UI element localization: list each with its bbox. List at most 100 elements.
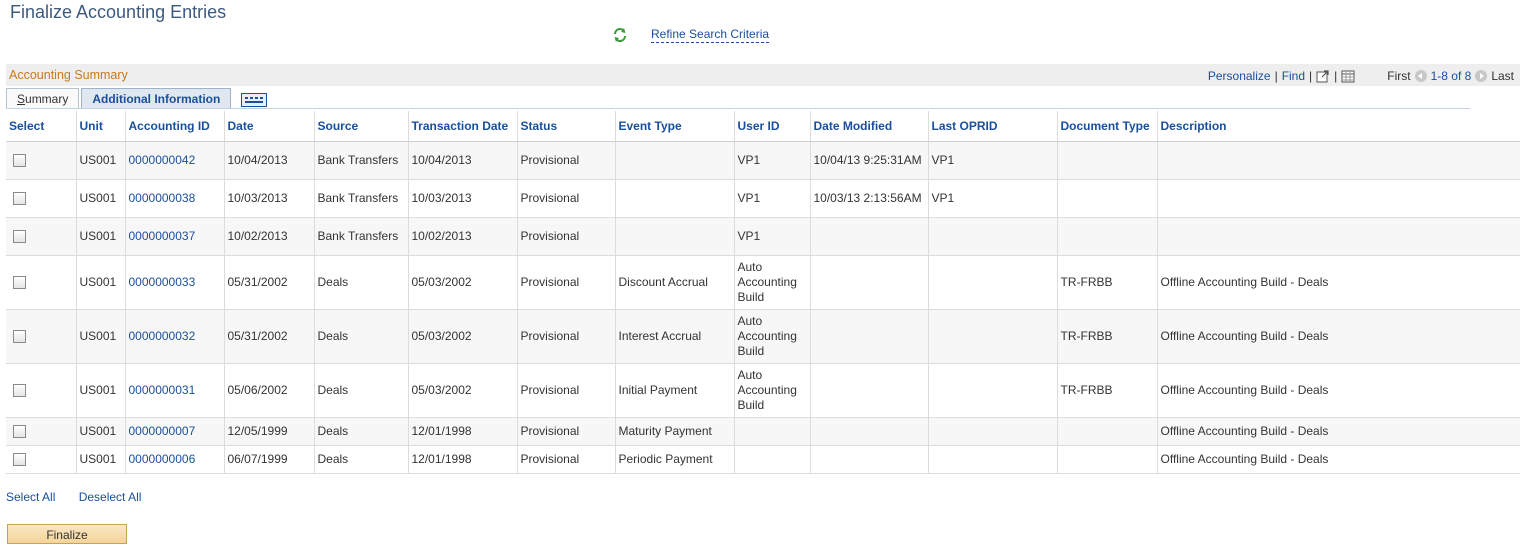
row-select-checkbox[interactable] [13,330,26,344]
date-cell-text: 05/06/2002 [227,383,288,397]
user-id-cell: VP1 [733,179,810,218]
status-cell: Provisional [516,417,615,446]
status-cell-text: Provisional [520,275,580,289]
user-id-cell [733,417,810,446]
transaction-date-cell: 12/01/1998 [407,445,517,474]
user-id-cell [733,445,810,474]
user-id-cell-text: Auto Accounting Build [737,314,797,358]
unit-cell-text: US001 [79,229,117,243]
accounting-id-link[interactable]: 0000000006 [129,452,196,466]
column-header[interactable]: Date [223,111,314,142]
status-cell-text: Provisional [520,229,580,243]
show-all-columns-icon[interactable] [241,93,268,107]
user-id-cell-text: Auto Accounting Build [737,260,797,304]
tab-additional-information[interactable]: Additional Information [81,88,232,109]
transaction-date-cell-text: 05/03/2002 [411,275,472,289]
table-row: US001 0000000037 10/02/2013 Bank Transfers 1… [6,217,1520,256]
source-cell-text: Bank Transfers [317,191,399,205]
accounting-id-cell: 0000000042 [124,141,224,180]
description-cell [1156,141,1520,180]
select-cell [6,255,76,310]
zoom-icon[interactable] [1316,69,1330,83]
column-header[interactable]: Unit [75,111,125,142]
date-modified-cell [809,255,928,310]
accounting-id-link[interactable]: 0000000042 [129,153,196,167]
unit-cell-text: US001 [79,153,117,167]
accounting-id-link[interactable]: 0000000031 [129,383,196,397]
source-cell: Bank Transfers [313,217,408,256]
row-select-checkbox[interactable] [13,154,26,168]
event-type-cell [614,179,734,218]
finalize-button[interactable]: Finalize [7,524,127,544]
select-cell [6,363,76,418]
tab-summary-label: ummary [25,92,69,106]
row-select-checkbox[interactable] [13,276,26,290]
unit-cell: US001 [75,445,125,474]
previous-arrow-icon[interactable] [1414,70,1427,82]
column-header[interactable]: Document Type [1056,111,1157,142]
date-modified-cell [809,445,928,474]
accounting-id-link[interactable]: 0000000033 [129,275,196,289]
refine-search-link[interactable]: Refine Search Criteria [651,27,770,43]
row-select-checkbox[interactable] [13,384,26,398]
date-cell: 10/04/2013 [223,141,314,180]
source-cell: Bank Transfers [313,179,408,218]
event-type-cell: Periodic Payment [614,445,734,474]
source-cell-text: Deals [317,383,349,397]
row-select-checkbox[interactable] [13,453,26,467]
event-type-cell-text: Initial Payment [618,383,698,397]
transaction-date-cell: 10/02/2013 [407,217,517,256]
column-header[interactable]: Source [313,111,408,142]
accounting-id-link[interactable]: 0000000032 [129,329,196,343]
date-cell: 10/03/2013 [223,179,314,218]
column-header[interactable]: Transaction Date [407,111,517,142]
date-modified-cell-text: 10/04/13 9:25:31AM [813,153,922,167]
select-cell [6,217,76,256]
status-cell-text: Provisional [520,329,580,343]
find-link[interactable]: Find [1282,69,1305,83]
description-cell-text: Offline Accounting Build - Deals [1160,383,1329,397]
source-cell: Deals [313,417,408,446]
personalize-link[interactable]: Personalize [1208,69,1271,83]
row-select-checkbox[interactable] [13,192,26,206]
download-grid-icon[interactable] [1341,70,1355,83]
select-cell [6,417,76,446]
table-row: US001 0000000006 06/07/1999 Deals 12/01/1998… [6,445,1520,474]
description-cell [1156,179,1520,218]
accounting-id-link[interactable]: 0000000007 [129,424,196,438]
accounting-id-cell: 0000000007 [124,417,224,446]
column-header[interactable]: Last OPRID [927,111,1057,142]
next-arrow-icon[interactable] [1475,70,1488,82]
document-type-cell: TR-FRBB [1056,255,1157,310]
deselect-all-link[interactable]: Deselect All [79,490,142,504]
column-header[interactable]: Accounting ID [124,111,224,142]
transaction-date-cell-text: 05/03/2002 [411,383,472,397]
tab-summary[interactable]: Summary [6,88,80,109]
row-select-checkbox[interactable] [13,425,26,439]
column-header[interactable]: Event Type [614,111,734,142]
select-all-link[interactable]: Select All [6,490,55,504]
document-type-cell [1056,217,1157,256]
date-modified-cell [809,309,928,364]
date-cell: 05/31/2002 [223,255,314,310]
accounting-id-cell: 0000000038 [124,179,224,218]
accounting-id-cell: 0000000006 [124,445,224,474]
accounting-id-link[interactable]: 0000000037 [129,229,196,243]
source-cell: Deals [313,255,408,310]
unit-cell: US001 [75,309,125,364]
accounting-id-cell: 0000000033 [124,255,224,310]
row-select-checkbox[interactable] [13,230,26,244]
column-header[interactable]: User ID [733,111,810,142]
source-cell-text: Bank Transfers [317,153,399,167]
unit-cell-text: US001 [79,383,117,397]
accounting-id-link[interactable]: 0000000038 [129,191,196,205]
select-cell [6,309,76,364]
column-header[interactable]: Description [1156,111,1520,142]
table-row: US001 0000000031 05/06/2002 Deals 05/03/2002… [6,363,1520,418]
accounting-id-cell: 0000000031 [124,363,224,418]
status-cell: Provisional [516,255,615,310]
column-header[interactable]: Date Modified [809,111,928,142]
date-modified-cell [809,217,928,256]
refresh-icon[interactable] [612,27,628,43]
column-header[interactable]: Status [516,111,615,142]
